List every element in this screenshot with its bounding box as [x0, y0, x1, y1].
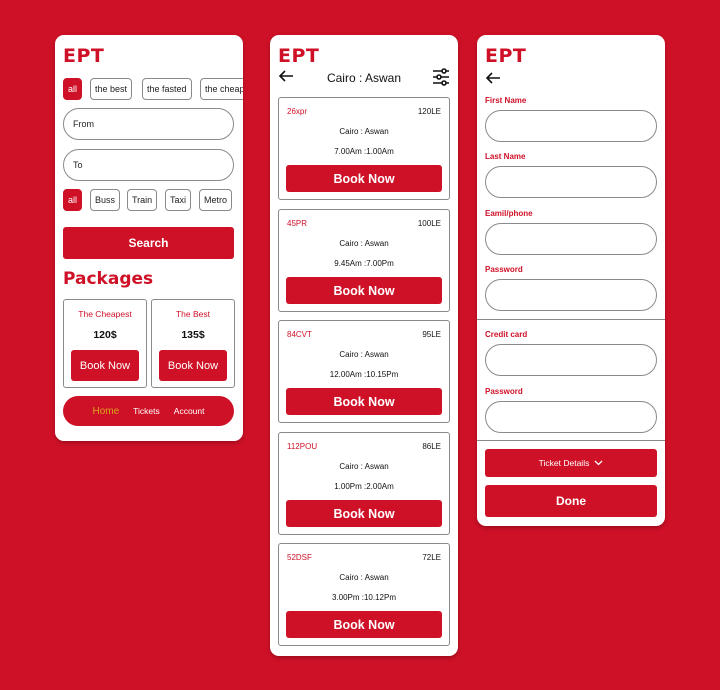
nav-home[interactable]: Home — [92, 406, 119, 417]
trip-code: 45PR — [287, 219, 308, 228]
section-divider — [477, 319, 665, 320]
brand-logo: EPT — [485, 45, 527, 67]
sort-chip-best[interactable]: the best — [90, 78, 133, 100]
book-now-button[interactable]: Book Now — [286, 500, 442, 527]
trip-card: 52DSF 72LE Cairo : Aswan 3.00Pm :10.12Pm… — [278, 543, 450, 646]
book-now-button[interactable]: Book Now — [286, 388, 442, 415]
trip-route: Cairo : Aswan — [339, 239, 389, 248]
trip-card: 84CVT 95LE Cairo : Aswan 12.00Am :10.15P… — [278, 320, 450, 423]
trip-price: 120LE — [417, 107, 441, 116]
trip-code: 84CVT — [287, 330, 312, 339]
search-button[interactable]: Search — [63, 227, 234, 259]
transport-chip-bus[interactable]: Buss — [90, 189, 121, 211]
package-price: 120$ — [93, 329, 117, 341]
book-now-button[interactable]: Book Now — [159, 350, 227, 381]
package-title: The Cheapest — [78, 309, 132, 319]
credit-card-label: Credit card — [485, 330, 528, 339]
transport-chip-taxi[interactable]: Taxi — [165, 189, 192, 211]
trip-price: 72LE — [422, 553, 441, 562]
nav-account[interactable]: Account — [174, 406, 205, 416]
transport-chip-metro[interactable]: Metro — [199, 189, 233, 211]
back-arrow-icon[interactable] — [485, 71, 501, 89]
trips-header: Cairo : Aswan — [278, 67, 450, 89]
trip-card: 26xpr 120LE Cairo : Aswan 7.00Am :1.00Am… — [278, 97, 450, 200]
first-name-label: First Name — [485, 96, 527, 105]
trip-card: 112POU 86LE Cairo : Aswan 1.00Pm :2.00Am… — [278, 432, 450, 535]
route-title: Cairo : Aswan — [326, 71, 402, 85]
brand-logo: EPT — [63, 45, 105, 67]
chevron-down-icon — [594, 460, 603, 466]
trip-price: 86LE — [422, 442, 441, 451]
trip-time: 3.00Pm :10.12Pm — [331, 593, 397, 602]
trips-screen: EPT Cairo : Aswan 26xpr 120LE Cairo : As… — [270, 35, 458, 656]
nav-tickets[interactable]: Tickets — [133, 406, 160, 416]
sort-chip-all[interactable]: all — [63, 78, 83, 100]
last-name-input[interactable] — [485, 166, 657, 198]
trip-time: 1.00Pm :2.00Am — [334, 482, 394, 491]
card-password-input[interactable] — [485, 401, 657, 433]
trip-time: 12.00Am :10.15Pm — [329, 370, 399, 379]
password-input[interactable] — [485, 279, 657, 311]
package-card: The Cheapest 120$ Book Now — [63, 299, 147, 388]
transport-chip-train[interactable]: Train — [127, 189, 158, 211]
packages-title: Packages — [63, 269, 154, 289]
trip-price: 95LE — [422, 330, 441, 339]
trip-code: 112POU — [287, 442, 318, 451]
trip-route: Cairo : Aswan — [339, 350, 389, 359]
trip-card: 45PR 100LE Cairo : Aswan 9.45Am :7.00Pm … — [278, 209, 450, 312]
brand-logo: EPT — [278, 45, 320, 67]
package-title: The Best — [175, 309, 211, 319]
trip-route: Cairo : Aswan — [339, 573, 389, 582]
last-name-label: Last Name — [485, 152, 526, 161]
card-password-label: Password — [485, 387, 523, 396]
trip-time: 7.00Am :1.00Am — [334, 147, 394, 156]
to-input[interactable]: To — [63, 149, 234, 181]
ticket-details-button[interactable]: Ticket Details — [485, 449, 657, 477]
sort-chip-cheapest[interactable]: the cheap — [200, 78, 243, 100]
transport-chip-all[interactable]: all — [63, 189, 83, 211]
book-now-button[interactable]: Book Now — [286, 611, 442, 638]
done-button[interactable]: Done — [485, 485, 657, 517]
section-divider — [477, 440, 665, 441]
trip-time: 9.45Am :7.00Pm — [334, 259, 394, 268]
trip-code: 52DSF — [287, 553, 312, 562]
package-price: 135$ — [181, 329, 205, 341]
password-label: Password — [485, 265, 523, 274]
book-now-button[interactable]: Book Now — [286, 165, 442, 192]
email-phone-label: Eamil/phone — [485, 209, 533, 218]
search-screen: EPT all the best the fasted the cheap Fr… — [55, 35, 243, 441]
trip-code: 26xpr — [287, 107, 308, 116]
email-phone-input[interactable] — [485, 223, 657, 255]
from-input[interactable]: From — [63, 108, 234, 140]
package-card: The Best 135$ Book Now — [151, 299, 235, 388]
bottom-nav: Home Tickets Account — [63, 396, 234, 426]
book-now-button[interactable]: Book Now — [71, 350, 139, 381]
filter-sliders-icon[interactable] — [432, 67, 450, 87]
trip-route: Cairo : Aswan — [339, 462, 389, 471]
trip-price: 100LE — [417, 219, 441, 228]
ticket-details-label: Ticket Details — [538, 458, 590, 468]
booking-screen: EPT First Name Last Name Eamil/phone Pas… — [477, 35, 665, 526]
credit-card-input[interactable] — [485, 344, 657, 376]
trip-route: Cairo : Aswan — [339, 127, 389, 136]
sort-chip-fastest[interactable]: the fasted — [142, 78, 192, 100]
first-name-input[interactable] — [485, 110, 657, 142]
book-now-button[interactable]: Book Now — [286, 277, 442, 304]
